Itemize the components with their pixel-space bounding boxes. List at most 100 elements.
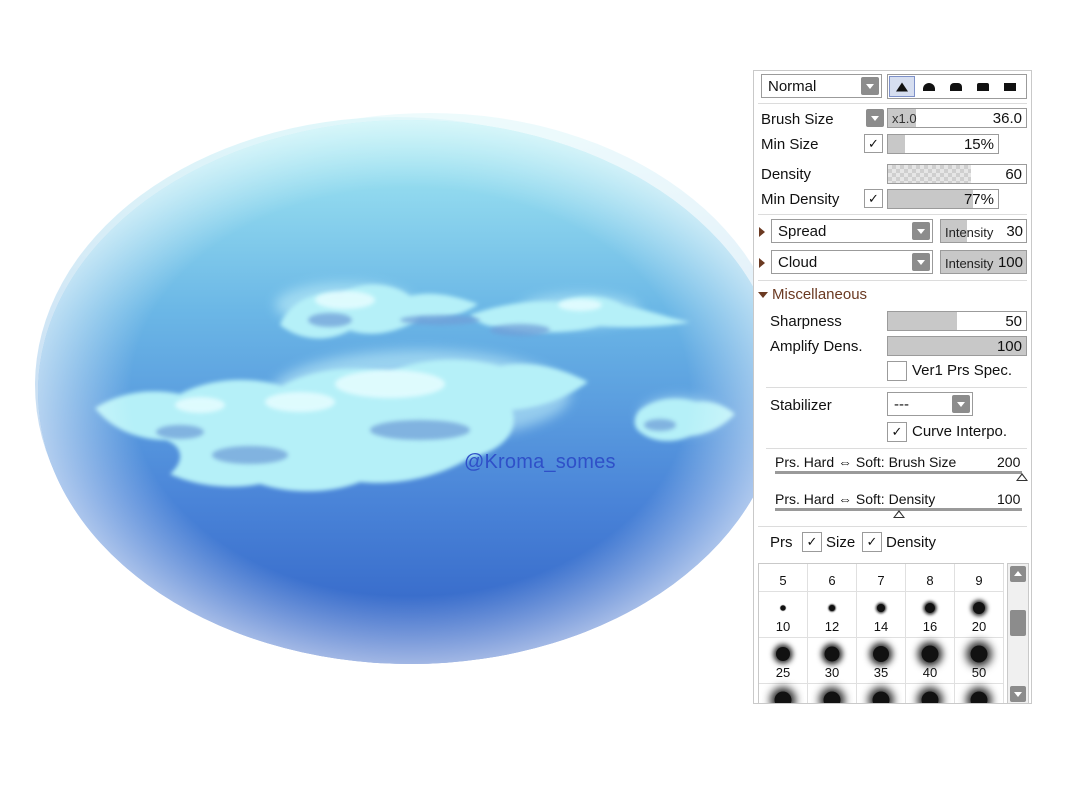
brush-size-cell[interactable]: 8 [906,564,955,592]
brush-size-cell[interactable]: 50 [955,638,1004,684]
brush-size-slider[interactable]: x1.0 36.0 [887,108,1027,128]
shape-select[interactable]: Cloud [771,250,933,274]
stabilizer-select[interactable]: --- [887,392,973,416]
brush-dot-icon [780,605,786,611]
brush-size-cell[interactable]: 30 [808,638,857,684]
tip-shape-soft-round[interactable] [943,76,969,97]
brush-settings-panel: Normal Brush Size x1.0 36.0 Min Size ✓ 1… [753,70,1032,704]
chevron-down-icon [912,222,930,240]
misc-section-title[interactable]: Miscellaneous [772,286,867,303]
brush-size-value: 36.0 [992,110,1022,127]
brush-dot-icon [824,646,840,662]
prs-size-label: Size [826,534,856,551]
expand-triangle-icon[interactable] [759,227,765,237]
density-value: 60 [1005,166,1022,183]
brush-size-cell[interactable] [906,684,955,703]
expand-triangle-icon[interactable] [759,258,765,268]
brush-size-multiplier: x1.0 [892,111,917,126]
tip-shape-rounded-square[interactable] [970,76,996,97]
amplify-density-slider[interactable]: 100 [887,336,1027,356]
min-density-slider[interactable]: 77% [887,189,999,209]
sky-edge-fade [38,120,782,664]
brush-size-cell[interactable]: 35 [857,638,906,684]
ver1-prs-spec-label: Ver1 Prs Spec. [912,362,1013,379]
brush-size-cell[interactable] [808,684,857,703]
brush-size-label: Brush Size [761,111,834,128]
tip-shape-square[interactable] [997,76,1023,97]
brush-size-number: 5 [779,573,787,588]
brush-size-cell[interactable]: 7 [857,564,906,592]
prs-brush-size-track[interactable] [775,471,1022,474]
divider [758,103,1027,104]
density-slider[interactable]: 60 [887,164,1027,184]
brush-size-number: 40 [922,665,938,680]
chevron-down-icon [866,109,884,127]
brush-dot-icon [970,691,988,703]
brush-size-number: 12 [824,619,840,634]
min-size-checkbox[interactable]: ✓ [864,134,883,153]
tip-soft-round-icon [950,82,962,91]
chevron-down-icon [912,253,930,271]
brush-dot-icon [877,604,885,612]
brush-size-number: 10 [775,619,791,634]
brush-size-number: 50 [971,665,987,680]
texture-intensity-value: 30 [1006,223,1023,240]
min-density-value: 77% [963,191,994,208]
min-size-fill [888,135,905,153]
sharpness-fill [888,312,957,330]
min-density-checkbox[interactable]: ✓ [864,189,883,208]
brush-size-number: 35 [873,665,889,680]
brush-dot-icon [873,646,889,662]
scroll-thumb[interactable] [1010,610,1026,636]
brush-size-grid: 5 6 7 8 9 10 12 14 16 20 25 30 35 40 50 [758,563,1004,703]
prs-density-marker[interactable] [892,510,905,518]
brush-size-cell[interactable]: 16 [906,592,955,638]
brush-size-number: 30 [824,665,840,680]
scroll-up-icon[interactable] [1010,566,1026,582]
texture-select[interactable]: Spread [771,219,933,243]
brush-dot-icon [973,602,985,614]
brush-size-cell[interactable]: 12 [808,592,857,638]
min-density-fill [888,190,973,208]
prs-density-checkbox[interactable]: ✓ [862,532,882,552]
brush-size-cell[interactable]: 14 [857,592,906,638]
brush-size-scrollbar[interactable] [1007,563,1029,703]
collapse-triangle-icon[interactable] [758,292,768,298]
curve-interpolation-checkbox[interactable]: ✓ [887,422,907,442]
brush-dot-icon [921,691,939,703]
brush-size-cell[interactable]: 9 [955,564,1004,592]
shape-intensity-slider[interactable]: Intensity 100 [940,250,1027,274]
tip-shape-pointed[interactable] [889,76,915,97]
blend-mode-select[interactable]: Normal [761,74,882,98]
brush-size-cell[interactable]: 40 [906,638,955,684]
divider [758,526,1027,527]
brush-size-cell[interactable]: 6 [808,564,857,592]
ver1-prs-spec-checkbox[interactable] [887,361,907,381]
tip-shape-round[interactable] [916,76,942,97]
brush-size-cell[interactable] [857,684,906,703]
texture-intensity-label: Intensity [945,225,994,240]
brush-size-number: 20 [971,619,987,634]
amplify-density-value: 100 [996,338,1022,355]
brush-dot-icon [921,645,939,663]
divider [766,387,1027,388]
chevron-down-icon [861,77,879,95]
scroll-down-icon[interactable] [1010,686,1026,702]
brush-size-cell[interactable] [759,684,808,703]
density-label: Density [761,166,812,183]
chevron-down-icon [952,395,970,413]
min-size-slider[interactable]: 15% [887,134,999,154]
brush-size-cell[interactable]: 25 [759,638,808,684]
brush-size-cell[interactable]: 20 [955,592,1004,638]
brush-size-multiplier-button[interactable] [864,108,886,130]
prs-size-checkbox[interactable]: ✓ [802,532,822,552]
sharpness-slider[interactable]: 50 [887,311,1027,331]
brush-size-cell[interactable] [955,684,1004,703]
prs-brush-size-marker[interactable] [1016,473,1028,481]
texture-intensity-slider[interactable]: Intensity 30 [940,219,1027,243]
prs-density-value: 100 [997,491,1021,507]
tip-round-icon [923,82,935,91]
brush-size-cell[interactable]: 10 [759,592,808,638]
brush-size-cell[interactable]: 5 [759,564,808,592]
prs-brush-size-value: 200 [997,454,1021,470]
